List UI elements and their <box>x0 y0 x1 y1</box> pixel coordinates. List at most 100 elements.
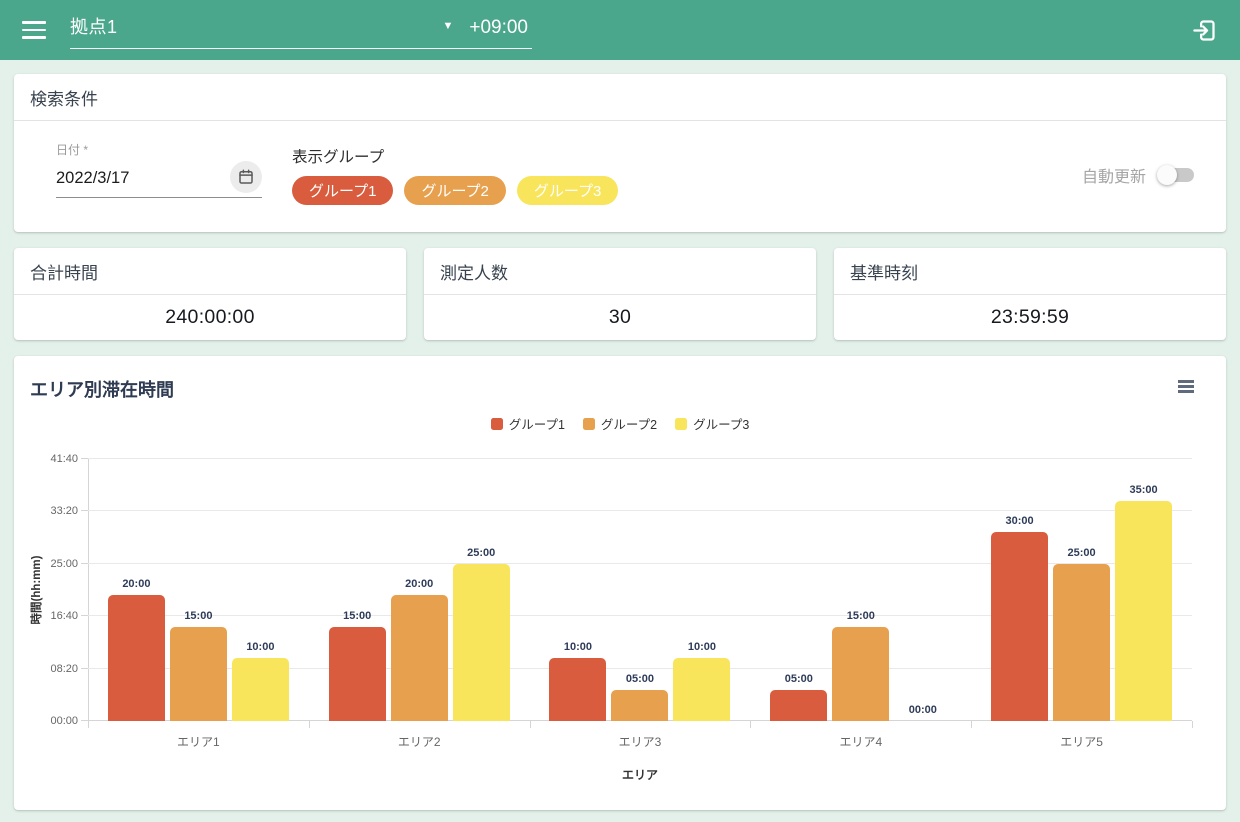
group-chip[interactable]: グループ3 <box>517 176 618 205</box>
chart-legend: グループ1 グループ2 グループ3 <box>14 414 1226 433</box>
menu-hamburger-button[interactable] <box>22 20 48 40</box>
bar[interactable] <box>108 595 165 721</box>
bar-group: 15:0020:0025:00 <box>309 459 530 721</box>
stats-row: 合計時間 240:00:00 測定人数 30 基準時刻 23:59:59 <box>14 248 1226 340</box>
toggle-knob <box>1157 165 1177 185</box>
stat-title: 合計時間 <box>14 248 406 294</box>
x-category-label: エリア1 <box>88 733 309 750</box>
bar-wrap: 35:00 <box>1115 459 1172 721</box>
y-tick-mark <box>81 615 88 616</box>
stat-value: 240:00:00 <box>14 295 406 340</box>
stat-value: 23:59:59 <box>834 295 1226 340</box>
bar-wrap: 25:00 <box>1053 459 1110 721</box>
bar-value-label: 05:00 <box>785 673 813 685</box>
bar[interactable] <box>611 690 668 721</box>
calendar-picker-button[interactable] <box>230 161 262 193</box>
group-chips: グループ1 グループ2 グループ3 <box>292 176 618 205</box>
bar-group: 05:00 15:00 00:00 <box>750 459 971 721</box>
x-tick-mark <box>530 721 531 728</box>
y-axis-title: 時間(hh:mm) <box>28 550 44 630</box>
group-chip[interactable]: グループ2 <box>404 176 505 205</box>
legend-label: グループ2 <box>601 414 657 433</box>
hamburger-icon <box>22 21 46 24</box>
bar[interactable] <box>453 564 510 721</box>
bar[interactable] <box>170 627 227 721</box>
bar-wrap: 30:00 <box>991 459 1048 721</box>
bar-value-label: 20:00 <box>405 578 433 590</box>
legend-item[interactable]: グループ3 <box>675 414 749 433</box>
bar-wrap: 15:00 <box>832 459 889 721</box>
bar[interactable] <box>391 595 448 721</box>
bar[interactable] <box>673 658 730 721</box>
logout-button[interactable] <box>1191 17 1218 44</box>
y-tick-label: 00:00 <box>50 715 78 727</box>
legend-swatch <box>491 418 503 430</box>
bar-wrap: 25:00 <box>453 459 510 721</box>
bar-wrap: 10:00 <box>673 459 730 721</box>
x-tick-mark <box>971 721 972 728</box>
chart-menu-icon <box>1178 380 1194 383</box>
chart-context-menu-button[interactable] <box>1176 378 1196 395</box>
bar-value-label: 05:00 <box>626 673 654 685</box>
chevron-down-icon: ▼ <box>442 21 453 32</box>
bar-wrap: 10:00 <box>232 459 289 721</box>
bar[interactable] <box>329 627 386 721</box>
site-select-value: 拠点1 <box>70 13 118 39</box>
display-groups-field: 表示グループ グループ1グループ2グループ3 <box>292 145 618 205</box>
x-tick-mark <box>1192 721 1193 728</box>
auto-refresh-toggle[interactable] <box>1158 165 1194 185</box>
bar[interactable] <box>232 658 289 721</box>
bar-group: 20:0015:0010:00 <box>88 459 309 721</box>
bar-value-label: 30:00 <box>1006 515 1034 527</box>
x-category-label: エリア3 <box>530 733 751 750</box>
bar[interactable] <box>549 658 606 721</box>
legend-label: グループ3 <box>693 414 749 433</box>
x-axis-labels: エリア1エリア2エリア3エリア4エリア5 <box>88 733 1192 750</box>
legend-swatch <box>675 418 687 430</box>
bar-wrap: 05:00 <box>611 459 668 721</box>
search-body: 日付 * 2022/3/17 表示グループ グループ1グループ2グループ3 <box>14 121 1226 205</box>
chart-title: エリア別滞在時間 <box>14 356 1226 402</box>
y-tick-label: 08:20 <box>50 663 78 675</box>
bar-value-label: 10:00 <box>688 641 716 653</box>
auto-refresh-control: 自動更新 <box>1082 163 1194 187</box>
x-tick-mark <box>88 721 89 728</box>
site-select[interactable]: 拠点1 ▼ <box>70 13 453 39</box>
bar[interactable] <box>1053 564 1110 721</box>
site-select-row: 拠点1 ▼ +09:00 <box>70 11 532 49</box>
chart-plot-area: 時間(hh:mm) 00:0008:2016:4025:0033:2041:40… <box>88 459 1192 721</box>
stat-card-people-count: 測定人数 30 <box>424 248 816 340</box>
x-axis-title: エリア <box>88 766 1192 783</box>
stat-card-reference-time: 基準時刻 23:59:59 <box>834 248 1226 340</box>
bar-wrap: 20:00 <box>108 459 165 721</box>
bar[interactable] <box>1115 501 1172 721</box>
bar-value-label: 00:00 <box>909 704 937 716</box>
calendar-icon <box>237 168 255 186</box>
stat-card-total-time: 合計時間 240:00:00 <box>14 248 406 340</box>
y-tick-label: 33:20 <box>50 505 78 517</box>
y-tick-mark <box>81 668 88 669</box>
date-field: 日付 * 2022/3/17 <box>56 141 262 198</box>
legend-swatch <box>583 418 595 430</box>
x-category-label: エリア2 <box>309 733 530 750</box>
y-tick-label: 25:00 <box>50 558 78 570</box>
search-card-title: 検索条件 <box>14 74 1226 120</box>
bar[interactable] <box>991 532 1048 721</box>
date-input[interactable]: 2022/3/17 <box>56 158 262 198</box>
timezone-label: +09:00 <box>469 17 528 39</box>
bar-value-label: 25:00 <box>1068 547 1096 559</box>
legend-item[interactable]: グループ2 <box>583 414 657 433</box>
bar[interactable] <box>770 690 827 721</box>
bar[interactable] <box>832 627 889 721</box>
legend-item[interactable]: グループ1 <box>491 414 565 433</box>
y-tick-mark <box>81 510 88 511</box>
y-tick-mark <box>81 720 88 721</box>
bar-wrap: 05:00 <box>770 459 827 721</box>
bar-value-label: 35:00 <box>1130 484 1158 496</box>
stat-title: 測定人数 <box>424 248 816 294</box>
page-body: 検索条件 日付 * 2022/3/17 表示グループ <box>0 60 1240 810</box>
area-time-chart-card: エリア別滞在時間 グループ1 グループ2 グループ3 時間(hh:mm) 00:00… <box>14 356 1226 810</box>
bar-wrap: 00:00 <box>894 459 951 721</box>
bar-group: 30:00 25:00 35:00 <box>971 459 1192 721</box>
group-chip[interactable]: グループ1 <box>292 176 393 205</box>
